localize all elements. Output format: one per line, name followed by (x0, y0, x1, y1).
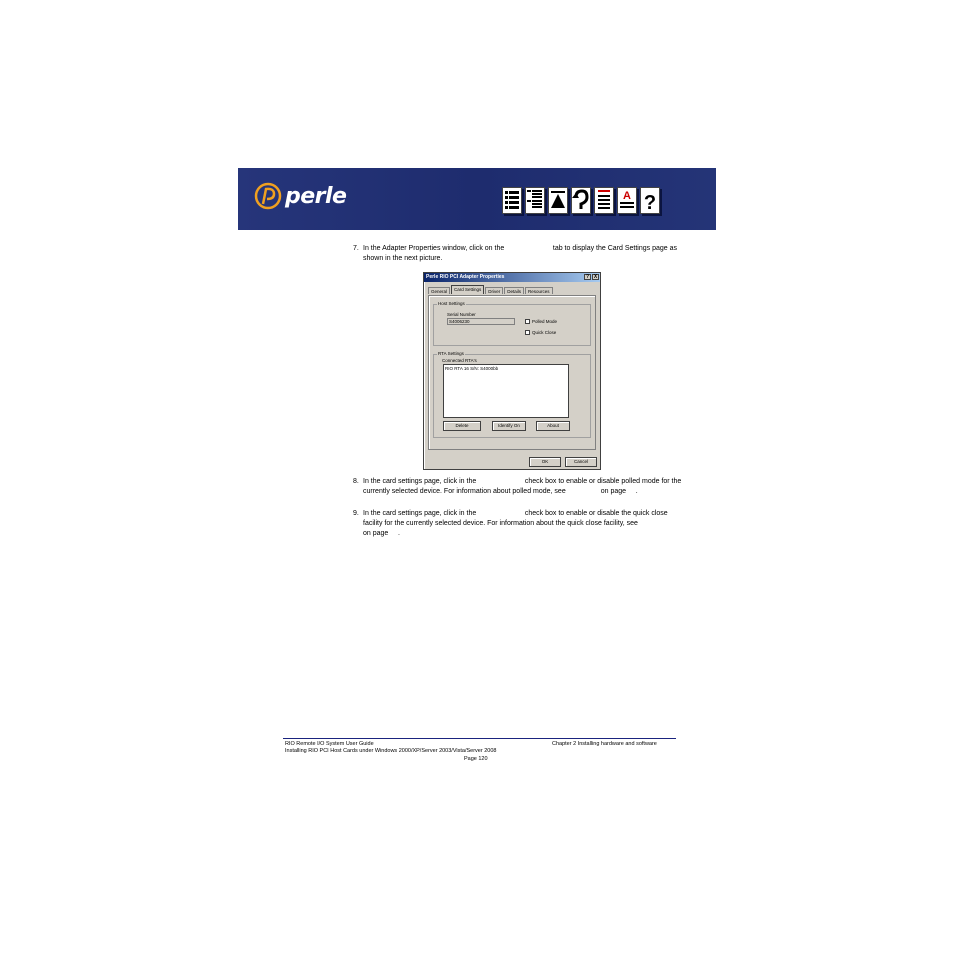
host-settings-group: Host Settings Serial Number S4006230 Pol… (433, 301, 591, 346)
dialog-title-bar: Perle RIO PCI Adapter Properties ? X (424, 273, 600, 282)
footer-page-number: Page 120 (464, 756, 488, 762)
logo-text: perle (285, 183, 347, 209)
cancel-button[interactable]: Cancel (565, 457, 597, 467)
step-text: In the card settings page, click in the … (363, 510, 703, 537)
step-9: 9. In the card settings page, click in t… (353, 509, 683, 539)
rta-settings-label: RTA Settings (437, 351, 465, 356)
step-number: 8. (353, 478, 359, 485)
tab-driver[interactable]: Driver (485, 287, 504, 294)
index-icon[interactable] (525, 187, 545, 214)
connected-rtas-label: Connected RTA's (442, 358, 477, 363)
svg-text:A: A (623, 190, 631, 202)
header-banner: perle A ? (238, 168, 716, 230)
step-text: In the Adapter Properties window, click … (363, 245, 679, 262)
help-button[interactable]: ? (584, 274, 591, 280)
nav-buttons: A ? (502, 187, 660, 214)
connected-rtas-list[interactable]: RIO RTA 16 S/N: S4000bb (443, 364, 569, 418)
quick-close-checkbox[interactable]: Quick Close (525, 330, 556, 335)
dialog-title: Perle RIO PCI Adapter Properties (426, 274, 505, 280)
step-7: 7. In the Adapter Properties window, cli… (353, 244, 683, 264)
step-8: 8. In the card settings page, click in t… (353, 477, 683, 497)
tab-card-settings[interactable]: Card Settings (451, 285, 485, 294)
tab-strip: General Card Settings Driver Details Res… (428, 285, 554, 294)
perle-logo: perle (254, 182, 347, 210)
polled-mode-label: Polled Mode (532, 319, 558, 324)
previous-page-icon[interactable] (594, 187, 614, 214)
close-button[interactable]: X (592, 274, 599, 280)
top-icon[interactable] (548, 187, 568, 214)
adapter-properties-dialog: Perle RIO PCI Adapter Properties ? X Gen… (423, 272, 601, 470)
help-icon[interactable]: ? (640, 187, 660, 214)
footer-section-title: Installing RIO PCI Host Cards under Wind… (285, 748, 497, 754)
checkbox-box[interactable] (525, 319, 530, 324)
tab-general[interactable]: General (428, 287, 451, 294)
tab-resources[interactable]: Resources (525, 287, 553, 294)
host-settings-label: Host Settings (437, 301, 466, 306)
serial-number-label: Serial Number (447, 312, 476, 317)
card-settings-panel: Host Settings Serial Number S4006230 Pol… (428, 295, 596, 450)
contents-icon[interactable] (502, 187, 522, 214)
footer-guide-title: RIO Remote I/O System User Guide (285, 741, 374, 747)
step-text: In the card settings page, click in the … (363, 478, 684, 495)
footer-rule (283, 738, 676, 739)
polled-mode-checkbox[interactable]: Polled Mode (525, 319, 557, 324)
quick-close-label: Quick Close (532, 330, 557, 335)
checkbox-box[interactable] (525, 330, 530, 335)
step-number: 9. (353, 510, 359, 517)
ok-button[interactable]: OK (529, 457, 561, 467)
perle-logo-icon (254, 182, 282, 210)
svg-text:?: ? (644, 192, 656, 213)
serial-number-field: S4006230 (447, 318, 515, 325)
tab-details[interactable]: Details (504, 287, 525, 294)
list-item[interactable]: RIO RTA 16 S/N: S4000bb (445, 366, 567, 371)
rta-settings-group: RTA Settings Connected RTA's RIO RTA 16 … (433, 351, 591, 438)
footer-chapter-title: Chapter 2 Installing hardware and softwa… (552, 741, 657, 747)
step-number: 7. (353, 245, 359, 252)
identify-on-button[interactable]: Identify On (492, 421, 526, 431)
back-icon[interactable] (571, 187, 591, 214)
next-page-icon[interactable]: A (617, 187, 637, 214)
delete-button[interactable]: Delete (443, 421, 481, 431)
about-button[interactable]: About (536, 421, 570, 431)
